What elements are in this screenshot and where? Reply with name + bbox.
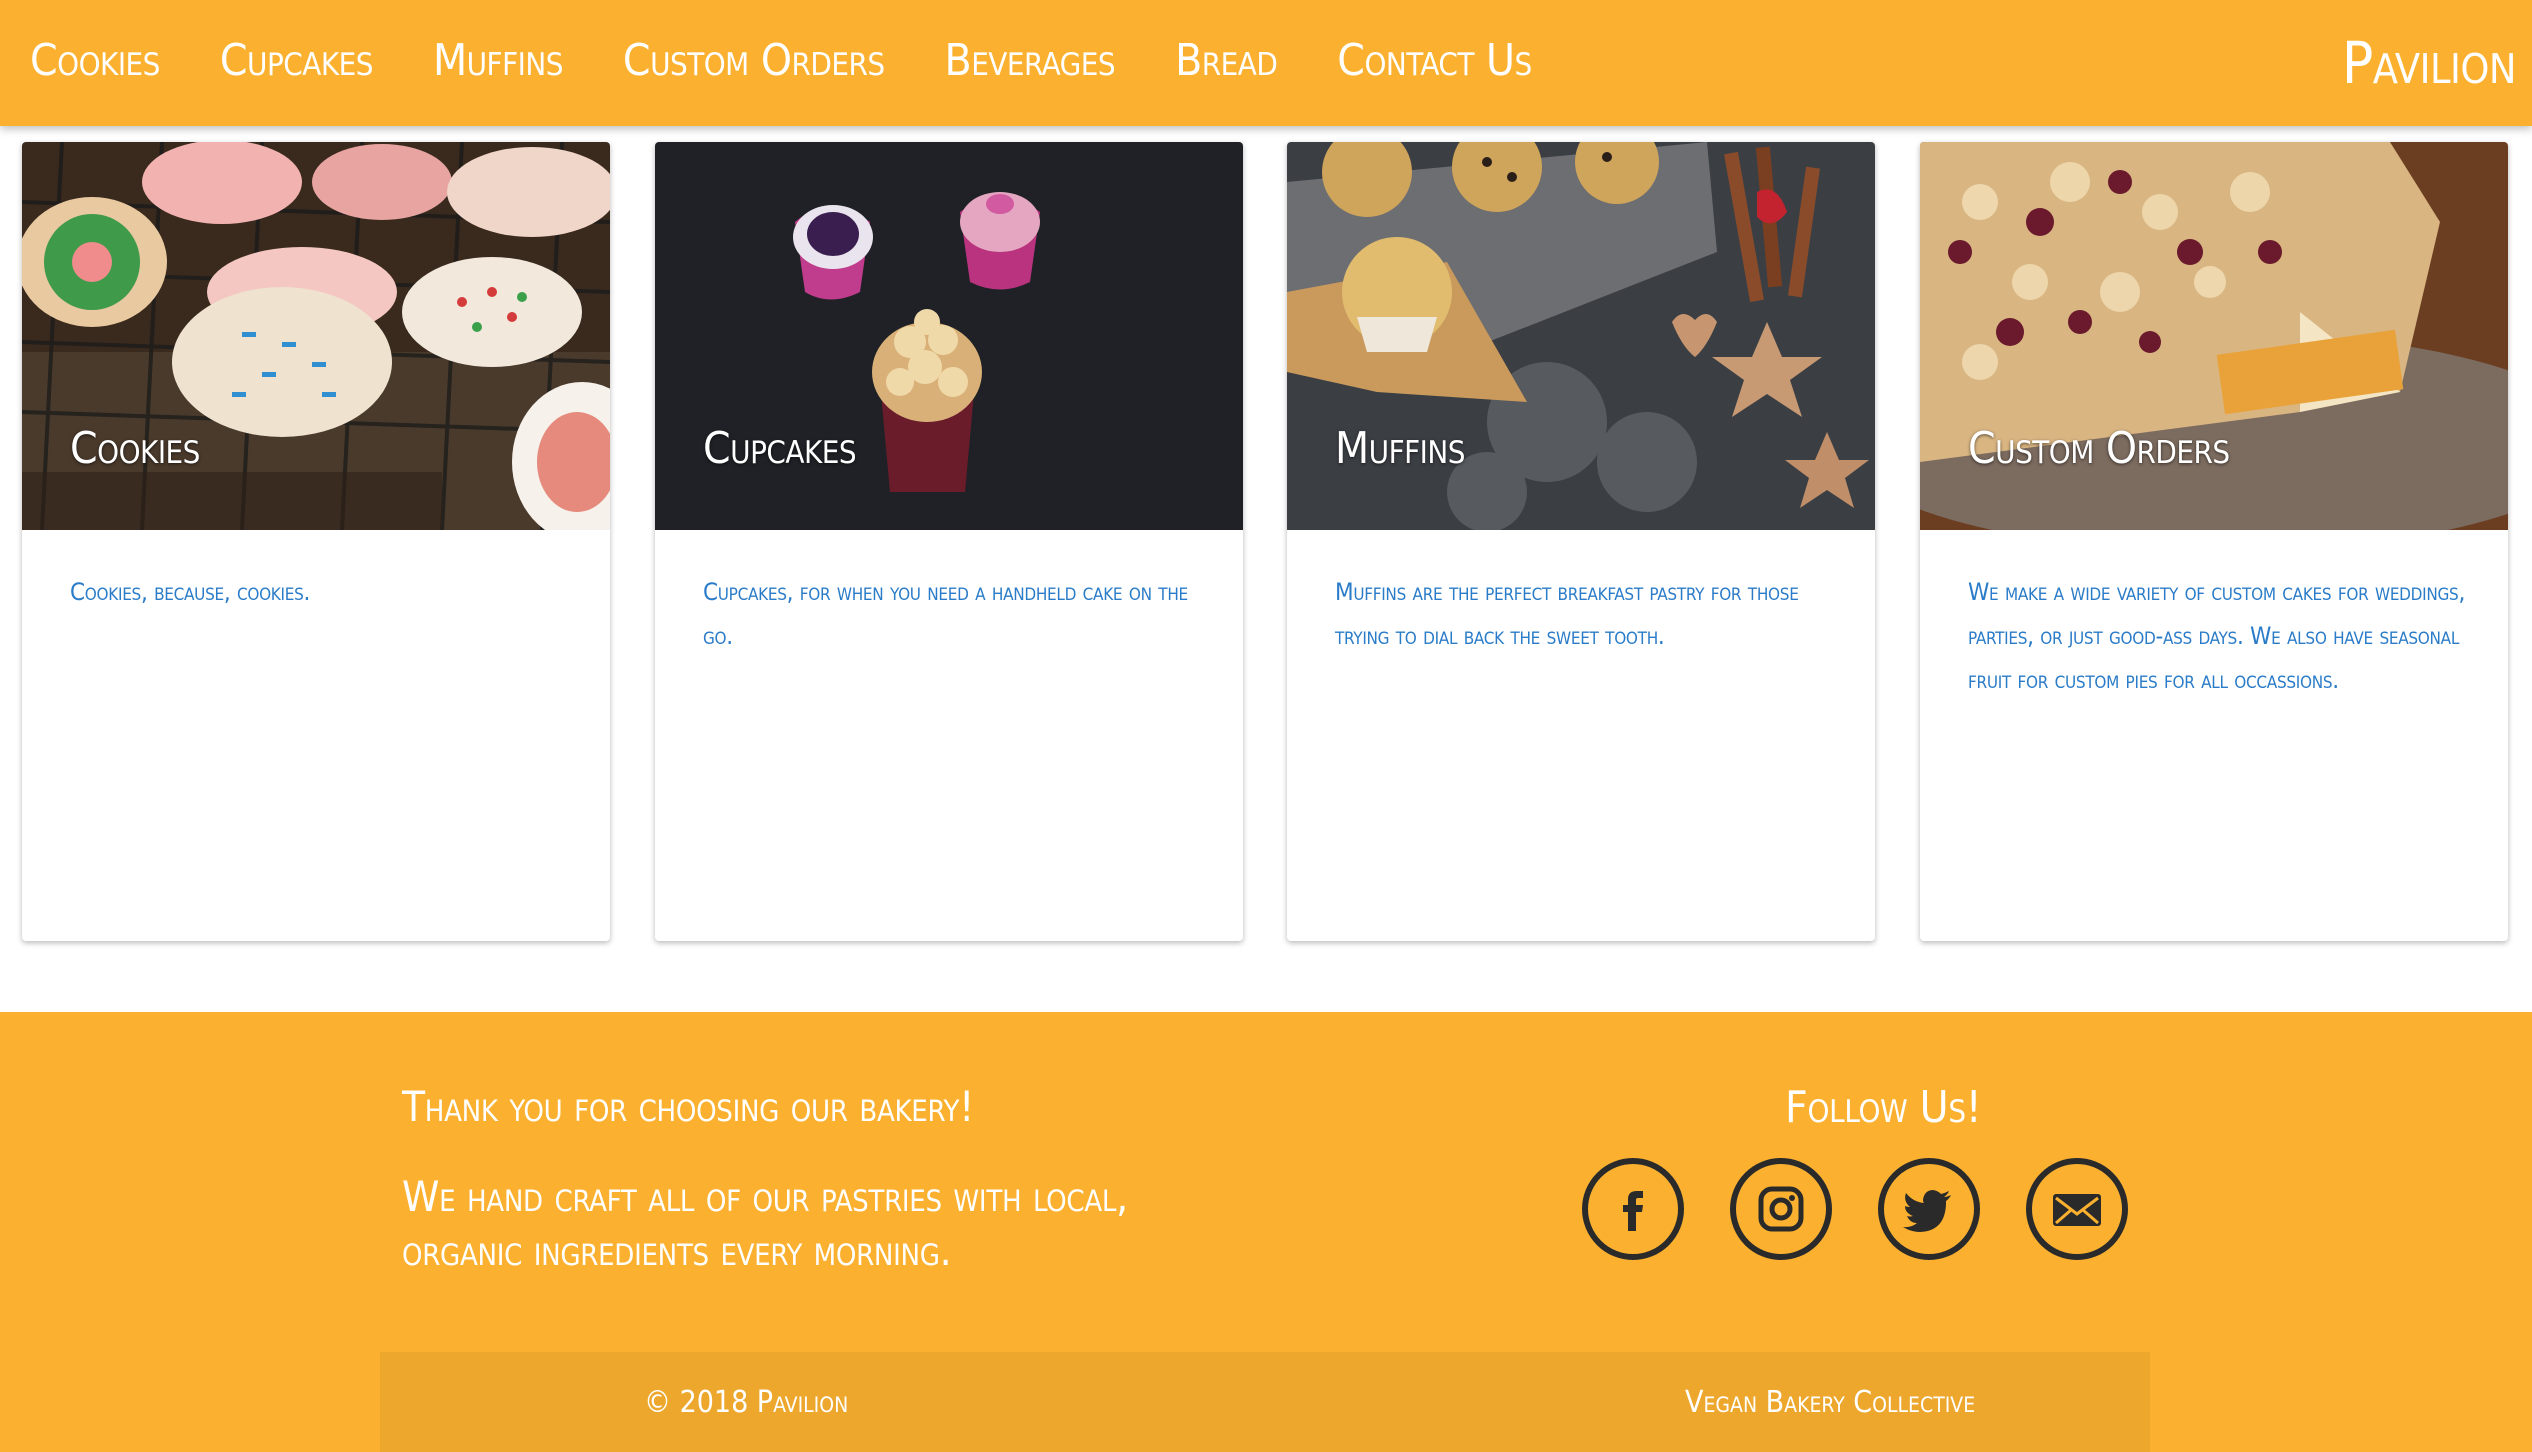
cupcakes-photo: Cupcakes: [655, 142, 1243, 530]
nav-link-cupcakes[interactable]: Cupcakes: [220, 35, 374, 86]
footer-thanks-heading: Thank you for choosing our bakery!: [402, 1082, 974, 1131]
card-title: Custom Orders: [1968, 423, 2230, 474]
card-cupcakes[interactable]: Cupcakes Cupcakes, for when you need a h…: [655, 142, 1243, 941]
footer-bottom-bar: © 2018 Pavilion Vegan Bakery Collective: [380, 1352, 2150, 1452]
nav-link-bread[interactable]: Bread: [1175, 35, 1278, 86]
card-title: Muffins: [1335, 423, 1465, 474]
footer-tagline: We hand craft all of our pastries with l…: [402, 1172, 1128, 1275]
cookies-photo: Cookies: [22, 142, 610, 530]
nav-link-contact-us[interactable]: Contact Us: [1337, 35, 1532, 86]
follow-us-heading: Follow Us!: [1785, 1082, 1982, 1133]
twitter-icon[interactable]: [1878, 1158, 1980, 1260]
card-description: Cupcakes, for when you need a handheld c…: [703, 578, 1188, 650]
nav-link-beverages[interactable]: Beverages: [945, 35, 1116, 86]
email-icon[interactable]: [2026, 1158, 2128, 1260]
card-custom-orders[interactable]: Custom Orders We make a wide variety of …: [1920, 142, 2508, 941]
muffins-photo: Muffins: [1287, 142, 1875, 530]
instagram-icon[interactable]: [1730, 1158, 1832, 1260]
nav-link-custom-orders[interactable]: Custom Orders: [623, 35, 885, 86]
card-description: We make a wide variety of custom cakes f…: [1968, 578, 2466, 694]
nav-link-muffins[interactable]: Muffins: [433, 35, 563, 86]
brand-logo-text[interactable]: Pavilion: [2342, 0, 2517, 126]
product-cards: Cookies Cookies, because, cookies. Cupca…: [22, 142, 2510, 942]
copyright-text: © 2018 Pavilion: [644, 1384, 849, 1420]
card-description: Muffins are the perfect breakfast pastry…: [1335, 578, 1799, 650]
facebook-icon[interactable]: [1582, 1158, 1684, 1260]
card-muffins[interactable]: Muffins Muffins are the perfect breakfas…: [1287, 142, 1875, 941]
card-cookies[interactable]: Cookies Cookies, because, cookies.: [22, 142, 610, 941]
card-title: Cookies: [70, 423, 200, 474]
nav-link-cookies[interactable]: Cookies: [30, 35, 160, 86]
top-navbar: Cookies Cupcakes Muffins Custom Orders B…: [0, 0, 2532, 126]
nav-links: Cookies Cupcakes Muffins Custom Orders B…: [30, 0, 1592, 120]
footer: Thank you for choosing our bakery! We ha…: [0, 1012, 2532, 1452]
card-description: Cookies, because, cookies.: [70, 578, 311, 606]
social-links: [1582, 1158, 2174, 1260]
card-title: Cupcakes: [703, 423, 857, 474]
custom-orders-photo: Custom Orders: [1920, 142, 2508, 530]
collective-text: Vegan Bakery Collective: [1685, 1384, 1976, 1420]
